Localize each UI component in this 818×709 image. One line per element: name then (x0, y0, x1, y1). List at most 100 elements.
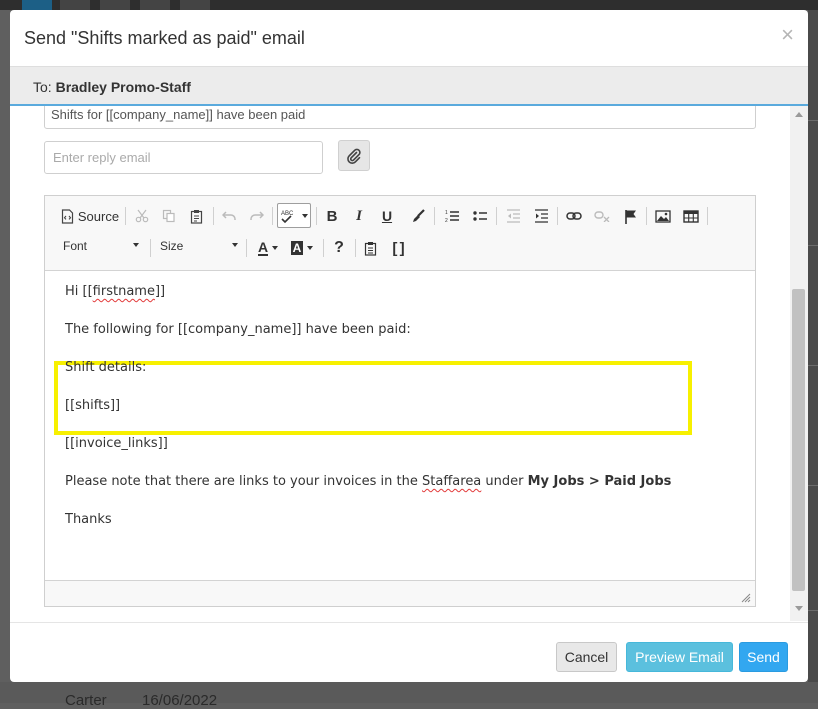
send-button[interactable]: Send (739, 642, 788, 672)
background-top-bar (0, 0, 818, 10)
recipient-name: Bradley Promo-Staff (55, 79, 191, 95)
numbered-list-icon: 1 2 (445, 210, 459, 223)
copy-icon (162, 209, 175, 223)
invoice-links-line: [[invoice_links]] (65, 436, 168, 451)
note-under: under (481, 474, 528, 489)
bulleted-list-button[interactable] (469, 204, 491, 228)
clipboard-icon (190, 209, 203, 224)
greeting-variable: firstname (92, 284, 155, 299)
spellcheck-icon-text: ABC (281, 211, 294, 217)
flag-icon (624, 209, 636, 224)
background-tab (140, 0, 170, 10)
image-button[interactable] (652, 204, 674, 228)
modal-header: Send "Shifts marked as paid" email × (10, 10, 808, 66)
background-color-button[interactable]: A (287, 236, 317, 260)
paste-word-icon (364, 241, 377, 256)
paste-from-word-button[interactable] (360, 236, 382, 260)
reply-email-input[interactable] (44, 141, 323, 174)
recipient-prefix: To: (33, 79, 56, 95)
background-table-row: Carter 16/06/2022 (0, 682, 818, 709)
resize-grip-icon[interactable] (741, 593, 751, 603)
bold-button[interactable]: B (321, 204, 343, 228)
note-staffarea: Staffarea (422, 474, 482, 489)
dropdown-arrow-icon (307, 246, 314, 250)
paste-button[interactable] (186, 204, 208, 228)
preview-email-button[interactable]: Preview Email (626, 642, 733, 672)
dropdown-arrow-icon (302, 213, 308, 218)
rich-text-editor: Source ABC B I U 1 2 Font Size A A ? []… (44, 195, 756, 607)
scroll-down-arrow-icon[interactable] (795, 606, 803, 611)
thanks-line: Thanks (65, 512, 112, 527)
table-icon (683, 209, 699, 223)
image-icon (655, 209, 671, 223)
greeting-suffix: ]] (154, 284, 166, 299)
size-combo[interactable]: Size (160, 238, 238, 254)
background-tab (60, 0, 90, 10)
text-color-button[interactable]: A (254, 236, 282, 260)
modal-body-scroll[interactable]: Shifts for [[company_name]] have been pa… (10, 106, 808, 621)
spellcheck-icon: ABC (281, 211, 294, 223)
unlink-button[interactable] (591, 204, 613, 228)
link-button[interactable] (563, 204, 585, 228)
placeholder-button[interactable]: [ ] (387, 236, 409, 260)
subject-input[interactable]: Shifts for [[company_name]] have been pa… (44, 106, 756, 129)
indent-icon (534, 209, 548, 223)
cancel-button[interactable]: Cancel (556, 642, 617, 672)
paid-line: The following for [[company_name]] have … (65, 322, 411, 337)
background-tab (100, 0, 130, 10)
outdent-button[interactable] (502, 204, 524, 228)
attach-button[interactable] (338, 140, 370, 171)
modal-title: Send "Shifts marked as paid" email (24, 28, 305, 48)
paintbrush-icon (412, 208, 425, 222)
scrollbar-thumb[interactable] (792, 289, 805, 591)
background-tab-active (22, 0, 52, 10)
note-line: Please note that there are links to your… (65, 474, 671, 489)
link-icon (566, 212, 582, 220)
source-label: Source (77, 208, 120, 224)
numbered-list-button[interactable]: 1 2 (441, 204, 463, 228)
modal-scrollbar[interactable] (790, 106, 808, 621)
shifts-line: [[shifts]] (65, 398, 121, 413)
redo-button[interactable] (245, 204, 267, 228)
font-combo[interactable]: Font (63, 238, 139, 254)
background-color-icon: A (290, 241, 304, 255)
undo-button[interactable] (218, 204, 240, 228)
shift-details-line: Shift details: (65, 360, 147, 375)
spellcheck-button[interactable]: ABC (277, 203, 311, 228)
svg-text:1: 1 (445, 210, 448, 216)
help-button[interactable]: ? (328, 236, 350, 260)
copy-button[interactable] (158, 204, 180, 228)
svg-text:2: 2 (445, 218, 448, 223)
bulleted-list-icon (472, 211, 487, 221)
table-button[interactable] (680, 204, 702, 228)
cut-button[interactable] (131, 204, 153, 228)
outdent-icon (506, 209, 520, 223)
background-tab (180, 0, 210, 10)
font-combo-label: Font (63, 239, 88, 253)
scissors-icon (135, 209, 149, 223)
unlink-icon (594, 211, 610, 222)
size-dropdown-arrow-icon (232, 243, 238, 247)
indent-button[interactable] (530, 204, 552, 228)
source-icon (61, 208, 73, 224)
note-path: My Jobs > Paid Jobs (527, 474, 672, 489)
font-dropdown-arrow-icon (133, 243, 139, 247)
size-combo-label: Size (160, 239, 184, 253)
anchor-button[interactable] (619, 204, 641, 228)
editor-toolbar: Source ABC B I U 1 2 Font Size A A ? [] (45, 196, 755, 271)
undo-icon (221, 211, 236, 220)
text-color-icon: A (257, 239, 269, 256)
underline-button[interactable]: U (376, 204, 398, 228)
recipient-bar: To: Bradley Promo-Staff (10, 66, 808, 106)
dropdown-arrow-icon (272, 246, 279, 250)
editor-status-bar (45, 580, 755, 606)
greeting-prefix: Hi [[ (65, 284, 93, 299)
remove-format-button[interactable] (407, 204, 429, 228)
modal-footer: Cancel Preview Email Send (10, 622, 808, 682)
close-button[interactable]: × (781, 24, 794, 46)
scroll-up-arrow-icon[interactable] (795, 112, 803, 117)
redo-icon (249, 211, 264, 220)
source-button[interactable]: Source (59, 204, 121, 228)
italic-button[interactable]: I (348, 204, 370, 228)
highlight-box (54, 361, 692, 435)
